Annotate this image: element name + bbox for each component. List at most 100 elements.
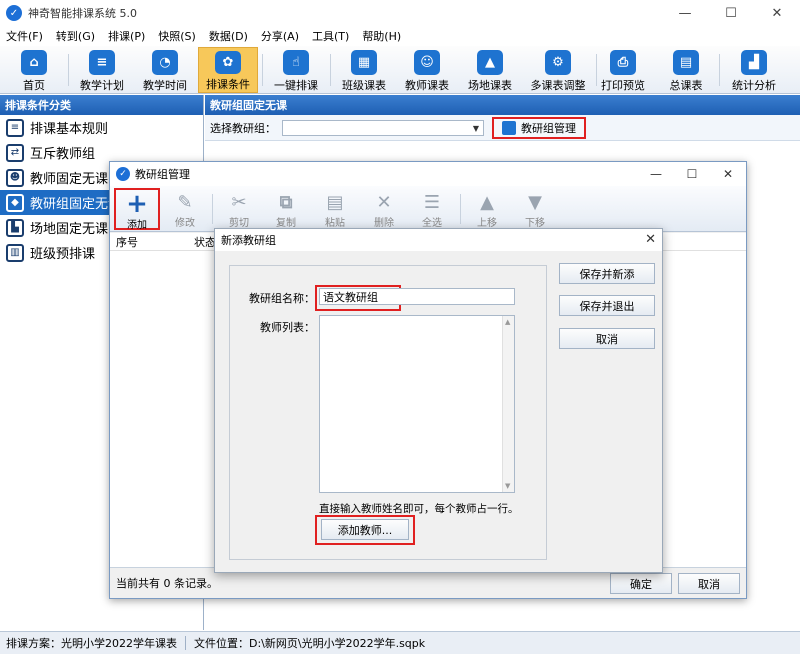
add-teacher-button[interactable]: 添加教师... — [321, 519, 409, 540]
menu-file[interactable]: 文件(F) — [6, 28, 43, 44]
save-and-new-button[interactable]: 保存并新添 — [559, 263, 655, 284]
toolbar-multi-adjust-button[interactable]: ⚙ 多课表调整 — [528, 47, 588, 93]
new-group-cancel-button[interactable]: 取消 — [559, 328, 655, 349]
adjust-icon: ⚙ — [545, 50, 571, 75]
scroll-up-icon[interactable]: ▲ — [505, 318, 510, 326]
arrow-up-icon: ▲ — [480, 191, 494, 213]
nodes-icon: ✿ — [215, 51, 241, 74]
plus-icon: + — [126, 189, 148, 219]
move-up-button[interactable]: ▲ 上移 — [464, 188, 510, 230]
group-select-row: 选择教研组： ▼ 教研组管理 — [205, 115, 800, 141]
copy-button[interactable]: ⧉ 复制 — [263, 188, 309, 230]
cancel-button[interactable]: 取消 — [678, 573, 740, 594]
menu-tools[interactable]: 工具(T) — [312, 28, 349, 44]
scroll-down-icon[interactable]: ▼ — [505, 482, 510, 490]
close-icon[interactable]: ✕ — [645, 232, 656, 247]
teacher-list-scrollbar[interactable]: ▲ ▼ — [502, 316, 514, 492]
cube-icon: ◆ — [6, 193, 24, 212]
teacher-list-textarea[interactable]: ▲ ▼ — [319, 315, 515, 493]
column-index[interactable]: 序号 — [110, 234, 188, 250]
paste-button[interactable]: ▤ 粘贴 — [312, 188, 358, 230]
app-logo-icon: ✓ — [116, 167, 130, 181]
pencil-icon: ✎ — [177, 191, 193, 213]
building-icon: ▲ — [477, 50, 503, 75]
main-toolbar: ⌂ 首页 ≡ 教学计划 ◔ 教学时间 ✿ 排课条件 ☝ 一键排课 ▦ 班级课表 … — [0, 46, 800, 94]
paste-icon: ▤ — [326, 191, 344, 213]
menu-snapshot[interactable]: 快照(S) — [158, 28, 196, 44]
status-plan: 排课方案：光明小学2022学年课表 — [6, 637, 177, 650]
scissors-icon: ✂ — [231, 191, 247, 213]
dialog-minimize-button[interactable]: — — [638, 162, 674, 186]
cut-button[interactable]: ✂ 剪切 — [216, 188, 262, 230]
dialog-maximize-button[interactable]: ☐ — [674, 162, 710, 186]
group-name-input[interactable] — [319, 288, 515, 305]
select-group-label: 选择教研组： — [210, 121, 276, 135]
record-count: 当前共有 0 条记录。 — [116, 577, 218, 590]
menu-share[interactable]: 分享(A) — [261, 28, 299, 44]
person-icon: ☻ — [6, 168, 24, 187]
toolbar-conditions-button[interactable]: ✿ 排课条件 — [198, 47, 258, 93]
window-title: 神奇智能排课系统 5.0 — [28, 7, 137, 20]
group-dialog-toolbar: + 添加 ✎ 修改 ✂ 剪切 ⧉ 复制 ▤ 粘贴 ✕ 删除 ☰ 全选 ▲ 上移 … — [110, 186, 746, 232]
teacher-icon: ☺ — [414, 50, 440, 75]
group-manage-button[interactable]: 教研组管理 — [492, 116, 586, 139]
group-dialog-titlebar: ✓ 教研组管理 — ☐ ✕ — [110, 162, 746, 186]
new-group-titlebar: 新添教研组 ✕ — [215, 229, 662, 251]
clock-icon: ◔ — [152, 50, 178, 75]
column-status[interactable]: 状态 — [188, 234, 216, 250]
toolbar-home-button[interactable]: ⌂ 首页 — [4, 47, 64, 93]
toolbar-teaching-time-button[interactable]: ◔ 教学时间 — [135, 47, 195, 93]
toolbar-master-table-button[interactable]: ▤ 总课表 — [656, 47, 716, 93]
chart-icon: ▟ — [741, 50, 767, 75]
dropdown-arrow-icon: ▼ — [472, 123, 479, 133]
book-icon: ▥ — [6, 243, 24, 262]
toolbar-teaching-plan-button[interactable]: ≡ 教学计划 — [72, 47, 132, 93]
delete-button[interactable]: ✕ 删除 — [361, 188, 407, 230]
status-bar: 排课方案：光明小学2022学年课表 文件位置：D:\新网页\光明小学2022学年… — [0, 631, 800, 654]
select-all-icon: ☰ — [423, 191, 441, 213]
toolbar-teacher-table-button[interactable]: ☺ 教师课表 — [397, 47, 457, 93]
menu-bar: 文件(F) 转到(G) 排课(P) 快照(S) 数据(D) 分享(A) 工具(T… — [0, 26, 800, 46]
app-logo-icon: ✓ — [6, 5, 22, 21]
toolbar-auto-schedule-button[interactable]: ☝ 一键排课 — [266, 47, 326, 93]
calendar-icon: ▤ — [673, 50, 699, 75]
toolbar-print-preview-button[interactable]: ⎙ 打印预览 — [593, 47, 653, 93]
teacher-list-hint: 直接输入教师姓名即可，每个教师占一行。 — [319, 503, 519, 515]
cube-icon — [502, 120, 516, 135]
group-name-label: 教研组名称： — [249, 292, 315, 305]
delete-icon: ✕ — [376, 191, 392, 213]
dialog-close-button[interactable]: ✕ — [710, 162, 746, 186]
toolbar-class-table-button[interactable]: ▦ 班级课表 — [334, 47, 394, 93]
close-button[interactable]: ✕ — [754, 0, 800, 26]
add-button[interactable]: + 添加 — [114, 188, 160, 231]
move-down-button[interactable]: ▼ 下移 — [512, 188, 558, 230]
menu-help[interactable]: 帮助(H) — [362, 28, 401, 44]
new-group-dialog: 新添教研组 ✕ 教研组名称： 教师列表： ▲ ▼ 直接输入教师姓名即可，每个教师… — [214, 228, 663, 573]
printer-icon: ⎙ — [610, 50, 636, 75]
home-icon: ⌂ — [21, 50, 47, 75]
group-select[interactable]: ▼ — [282, 119, 484, 136]
clipboard-icon: ≡ — [89, 50, 115, 75]
ok-button[interactable]: 确定 — [610, 573, 672, 594]
rules-icon: ≡ — [6, 118, 24, 137]
group-dialog-title: 教研组管理 — [135, 168, 190, 181]
new-group-title: 新添教研组 — [221, 234, 276, 247]
arrow-down-icon: ▼ — [528, 191, 542, 213]
save-and-exit-button[interactable]: 保存并退出 — [559, 295, 655, 316]
toolbar-statistics-button[interactable]: ▟ 统计分析 — [724, 47, 784, 93]
menu-data[interactable]: 数据(D) — [209, 28, 248, 44]
menu-goto[interactable]: 转到(G) — [56, 28, 95, 44]
teacher-list-label: 教师列表： — [260, 321, 315, 334]
select-all-button[interactable]: ☰ 全选 — [409, 188, 455, 230]
mutex-icon: ⇄ — [6, 143, 24, 162]
maximize-button[interactable]: ☐ — [708, 0, 754, 26]
tree-item-basic-rules[interactable]: ≡ 排课基本规则 — [0, 115, 203, 140]
edit-button[interactable]: ✎ 修改 — [162, 188, 208, 230]
status-file: 文件位置：D:\新网页\光明小学2022学年.sqpk — [194, 637, 426, 650]
minimize-button[interactable]: — — [662, 0, 708, 26]
title-bar: ✓ 神奇智能排课系统 5.0 — ☐ ✕ — [0, 0, 800, 26]
right-panel-title: 教研组固定无课 — [205, 95, 800, 115]
menu-schedule[interactable]: 排课(P) — [108, 28, 145, 44]
toolbar-venue-table-button[interactable]: ▲ 场地课表 — [460, 47, 520, 93]
hand-icon: ☝ — [283, 50, 309, 75]
